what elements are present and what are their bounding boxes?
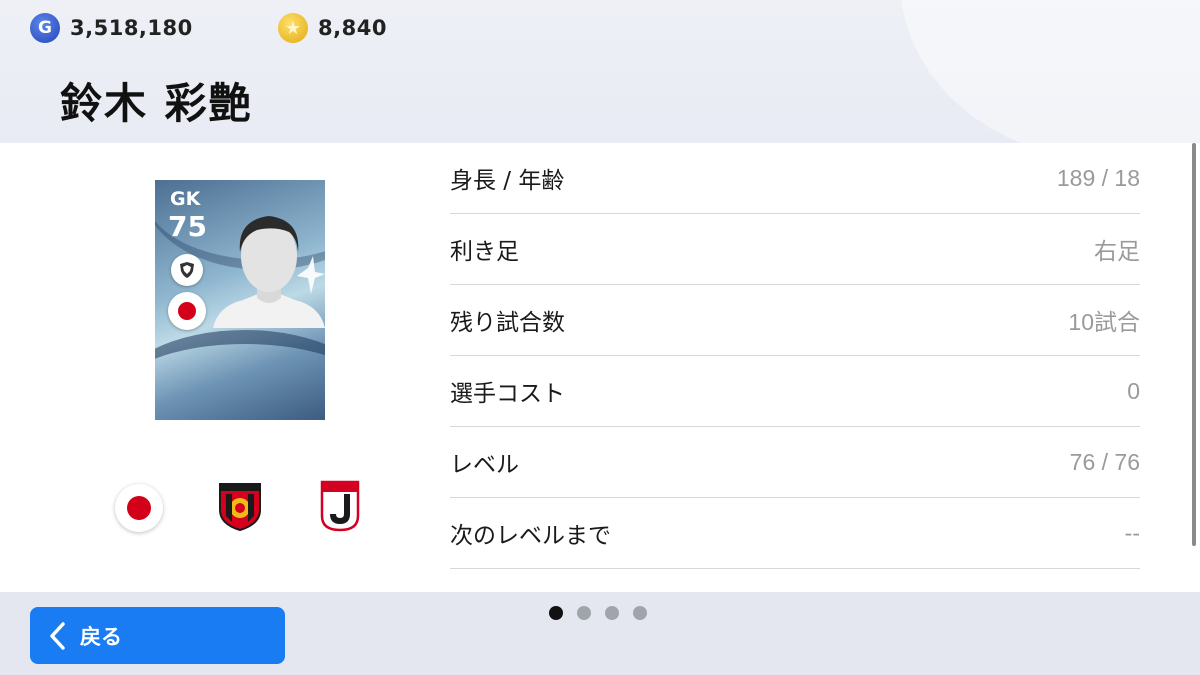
stats-scrollbar[interactable] bbox=[1192, 143, 1196, 546]
coin-value: 8,840 bbox=[318, 16, 387, 40]
stat-value: 10試合 bbox=[1068, 309, 1140, 335]
star-coin-icon: ★ bbox=[278, 13, 308, 43]
japan-flag-icon bbox=[113, 482, 165, 534]
player-stats-list: 身長 / 年齢 189 / 18 利き足 右足 残り試合数 10試合 選手コスト… bbox=[450, 143, 1140, 569]
urawa-reds-crest-icon bbox=[214, 480, 266, 532]
gp-coin-icon: G bbox=[30, 13, 60, 43]
page-dot[interactable] bbox=[577, 606, 591, 620]
player-card[interactable]: GK 75 bbox=[155, 180, 325, 420]
stat-value: 0 bbox=[1127, 377, 1140, 404]
back-button-label: 戻る bbox=[80, 624, 122, 649]
stat-label: 利き足 bbox=[450, 239, 519, 265]
stat-value: -- bbox=[1124, 519, 1140, 546]
stat-label: 次のレベルまで bbox=[450, 523, 611, 549]
japan-flag-icon bbox=[168, 292, 206, 330]
stat-label: 選手コスト bbox=[450, 381, 565, 407]
stat-row-next-level: 次のレベルまで -- bbox=[450, 498, 1140, 569]
j-league-logo-icon bbox=[314, 480, 366, 532]
stat-row-level: レベル 76 / 76 bbox=[450, 427, 1140, 498]
page-indicator bbox=[549, 606, 647, 620]
stat-row-preferred-foot: 利き足 右足 bbox=[450, 214, 1140, 285]
shield-badge-icon bbox=[171, 254, 203, 286]
back-button[interactable]: 戻る bbox=[30, 607, 285, 664]
stat-value: 189 / 18 bbox=[1056, 164, 1140, 191]
coin-balance: ★ 8,840 bbox=[278, 13, 387, 43]
stat-value: 右足 bbox=[1094, 238, 1140, 264]
stat-label: レベル bbox=[450, 452, 519, 478]
page-dot[interactable] bbox=[605, 606, 619, 620]
gp-value: 3,518,180 bbox=[70, 16, 193, 40]
player-name: 鈴木 彩艶 bbox=[60, 79, 253, 128]
stat-row-remaining-matches: 残り試合数 10試合 bbox=[450, 285, 1140, 356]
card-rating: 75 bbox=[168, 210, 207, 243]
card-position: GK bbox=[170, 188, 201, 210]
stat-label: 残り試合数 bbox=[450, 310, 565, 336]
gp-balance: G 3,518,180 bbox=[30, 13, 193, 43]
chevron-left-icon bbox=[50, 621, 65, 650]
stat-row-player-cost: 選手コスト 0 bbox=[450, 356, 1140, 427]
stat-value: 76 / 76 bbox=[1069, 448, 1140, 475]
player-silhouette-icon bbox=[213, 216, 325, 328]
stat-row-height-age: 身長 / 年齢 189 / 18 bbox=[450, 143, 1140, 214]
stat-label: 身長 / 年齢 bbox=[450, 168, 565, 194]
page-dot-active[interactable] bbox=[549, 606, 563, 620]
page-dot[interactable] bbox=[633, 606, 647, 620]
card-swirl-decoration bbox=[155, 330, 325, 420]
